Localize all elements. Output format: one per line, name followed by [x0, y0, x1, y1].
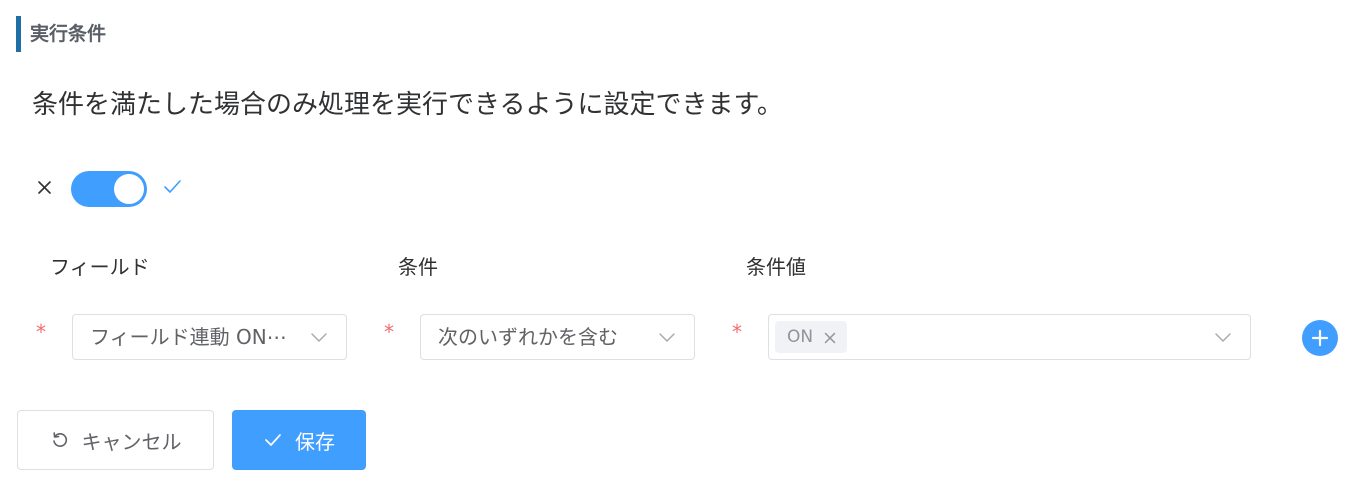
close-icon [34, 174, 56, 200]
refresh-icon [52, 432, 67, 447]
column-header-value: 条件値 [746, 255, 806, 279]
required-mark: * [732, 320, 742, 344]
save-button-label: 保存 [295, 429, 335, 454]
column-header-field: フィールド [50, 255, 150, 279]
execution-condition-switch[interactable] [71, 171, 147, 207]
tag-close-icon[interactable] [823, 330, 837, 344]
section-title: 実行条件 [30, 23, 107, 45]
cancel-button-label: キャンセル [81, 429, 182, 454]
chevron-down-icon [1214, 329, 1232, 345]
required-mark: * [384, 320, 394, 344]
column-header-condition: 条件 [398, 255, 438, 279]
field-select[interactable]: フィールド連動 ON⋯ [72, 314, 347, 360]
chevron-down-icon [658, 329, 676, 345]
condition-value-select[interactable]: ON [768, 314, 1251, 360]
condition-select-value: 次のいずれかを含む [438, 325, 618, 349]
section-accent-bar [16, 16, 21, 52]
cancel-button[interactable]: キャンセル [17, 410, 214, 470]
value-tag: ON [775, 321, 848, 353]
save-button[interactable]: 保存 [232, 410, 366, 470]
switch-knob [114, 174, 144, 204]
add-condition-button[interactable] [1302, 320, 1338, 356]
check-icon [162, 176, 184, 198]
condition-select[interactable]: 次のいずれかを含む [420, 314, 695, 360]
chevron-down-icon [310, 329, 328, 345]
value-tag-label: ON [787, 327, 814, 347]
plus-icon [1311, 329, 1329, 347]
page-description: 条件を満たした場合のみ処理を実行できるように設定できます。 [32, 90, 783, 120]
field-select-value: フィールド連動 ON⋯ [90, 325, 287, 349]
check-icon [265, 434, 281, 446]
required-mark: * [36, 320, 46, 344]
